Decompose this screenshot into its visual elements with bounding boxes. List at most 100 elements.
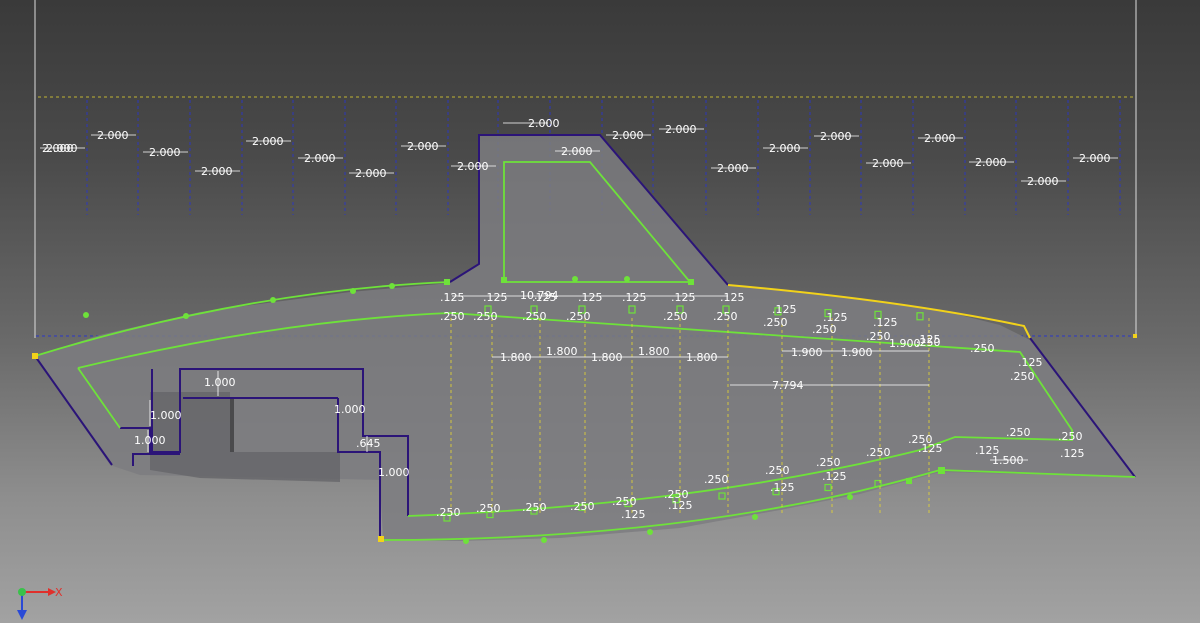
tab-width-dimension[interactable]: .125 <box>1060 447 1085 460</box>
tab-depth-dimension[interactable]: .250 <box>1006 426 1031 439</box>
spacing-dimension[interactable]: 2.000 <box>612 129 644 142</box>
tab-depth-dimension[interactable]: .250 <box>473 310 498 323</box>
constraint-dot-icon <box>389 283 395 289</box>
sketch-point[interactable] <box>688 279 694 285</box>
tab-depth-dimension[interactable]: .250 <box>866 446 891 459</box>
spacing-dimension[interactable]: 2.000 <box>457 160 489 173</box>
sketch-point[interactable] <box>378 536 384 542</box>
constraint-dot-icon <box>647 529 653 535</box>
tab-depth-dimension[interactable]: .250 <box>1010 370 1035 383</box>
tab-width-dimension[interactable]: .125 <box>671 291 696 304</box>
tab-width-dimension[interactable]: .125 <box>770 481 795 494</box>
height-dimension[interactable]: 1.000 <box>204 376 236 389</box>
x-axis-label: X <box>55 586 63 599</box>
tab-width-dimension[interactable]: .125 <box>873 316 898 329</box>
tab-depth-dimension[interactable]: .250 <box>663 310 688 323</box>
spacing-dimension[interactable]: 2.000 <box>42 142 74 155</box>
tab-depth-dimension[interactable]: .250 <box>612 495 637 508</box>
tab-depth-dimension[interactable]: .250 <box>713 310 738 323</box>
height-dimension[interactable]: 1.000 <box>378 466 410 479</box>
tab-depth-dimension[interactable]: .250 <box>765 464 790 477</box>
spacing-dimension[interactable]: 2.000 <box>252 135 284 148</box>
spacing-dimension[interactable]: 2.000 <box>1027 175 1059 188</box>
sketch-canvas[interactable]: 2.000 2.000 2.000 2.000 2.000 2.000 2.000 2.000… <box>0 0 1200 623</box>
tab-width-dimension[interactable]: .125 <box>918 442 943 455</box>
origin-point-icon <box>18 588 26 596</box>
spacing-dimension[interactable]: 2.000 <box>528 117 560 130</box>
constraint-dot-icon <box>847 494 853 500</box>
height-dimension[interactable]: 1.000 <box>134 434 166 447</box>
spacing-dimension[interactable]: 2.000 <box>201 165 233 178</box>
tab-depth-dimension[interactable]: .250 <box>970 342 995 355</box>
tab-depth-dimension[interactable]: .250 <box>1058 430 1083 443</box>
tab-depth-dimension[interactable]: .250 <box>522 310 547 323</box>
tab-width-dimension[interactable]: .125 <box>772 303 797 316</box>
sketch-point[interactable] <box>501 277 507 283</box>
sketch-point[interactable] <box>1133 334 1137 338</box>
sketch-point[interactable] <box>906 478 912 484</box>
y-axis-arrow-icon <box>17 610 27 620</box>
spacing-dimension[interactable]: 2.000 <box>149 146 181 159</box>
tab-depth-dimension[interactable]: .250 <box>866 330 891 343</box>
axis-triad: X <box>17 586 63 620</box>
tab-depth-dimension[interactable]: .250 <box>816 456 841 469</box>
tab-width-dimension[interactable]: .125 <box>532 291 557 304</box>
tab-width-dimension[interactable]: .125 <box>622 291 647 304</box>
tab-depth-dimension[interactable]: .250 <box>763 316 788 329</box>
tab-depth-dimension[interactable]: .250 <box>812 323 837 336</box>
spacing-dimension[interactable]: 2.000 <box>304 152 336 165</box>
constraint-dot-icon <box>752 514 758 520</box>
pitch-dimension[interactable]: 1.800 <box>686 351 718 364</box>
pitch-dimension[interactable]: 1.800 <box>591 351 623 364</box>
constraint-dot-icon <box>624 276 630 282</box>
spacing-dimension[interactable]: 2.000 <box>407 140 439 153</box>
tab-width-dimension[interactable]: .125 <box>621 508 646 521</box>
spacing-dimension[interactable]: 2.000 <box>717 162 749 175</box>
pitch-dimension[interactable]: 1.900 <box>841 346 873 359</box>
tab-width-dimension[interactable]: .125 <box>578 291 603 304</box>
tab-depth-dimension[interactable]: .250 <box>704 473 729 486</box>
spacing-dimension[interactable]: 2.000 <box>975 156 1007 169</box>
spacing-dimension[interactable]: 2.000 <box>665 123 697 136</box>
tab-width-dimension[interactable]: .125 <box>483 291 508 304</box>
tab-width-dimension[interactable]: .125 <box>720 291 745 304</box>
spacing-dimension[interactable]: 2.000 <box>355 167 387 180</box>
tab-depth-dimension[interactable]: .250 <box>436 506 461 519</box>
constraint-dot-icon <box>183 313 189 319</box>
sketch-point[interactable] <box>32 353 38 359</box>
constraint-dot-icon <box>270 297 276 303</box>
tab-depth-dimension[interactable]: .250 <box>440 310 465 323</box>
constraint-dot-icon <box>572 276 578 282</box>
spacing-dimension[interactable]: 2.000 <box>924 132 956 145</box>
constraint-dot-icon <box>350 288 356 294</box>
height-dimension[interactable]: 1.000 <box>334 403 366 416</box>
sketch-point[interactable] <box>938 467 945 474</box>
tab-depth-dimension[interactable]: .250 <box>476 502 501 515</box>
spacing-dimension[interactable]: 2.000 <box>561 145 593 158</box>
span-dimension[interactable]: 7.794 <box>772 379 804 392</box>
tab-depth-dimension[interactable]: .250 <box>570 500 595 513</box>
tab-depth-dimension[interactable]: .250 <box>566 310 591 323</box>
sketch-point[interactable] <box>444 279 450 285</box>
spacing-dimension[interactable]: 2.000 <box>820 130 852 143</box>
pitch-dimension[interactable]: 1.800 <box>546 345 578 358</box>
tab-width-dimension[interactable]: .125 <box>440 291 465 304</box>
constraint-dot-icon <box>463 538 469 544</box>
tab-depth-dimension[interactable]: .250 <box>522 501 547 514</box>
spacing-dimension[interactable]: 2.000 <box>1079 152 1111 165</box>
spacing-dimension[interactable]: 2.000 <box>769 142 801 155</box>
tab-depth-dimension[interactable]: .250 <box>916 336 941 349</box>
tab-width-dimension[interactable]: .125 <box>1018 356 1043 369</box>
sketch-viewport[interactable]: 2.000 2.000 2.000 2.000 2.000 2.000 2.000 2.000… <box>0 0 1200 623</box>
offset-dimension[interactable]: .645 <box>356 437 381 450</box>
pitch-dimension[interactable]: 1.800 <box>500 351 532 364</box>
tab-width-dimension[interactable]: .125 <box>822 470 847 483</box>
width-dimension[interactable]: 1.500 <box>992 454 1024 467</box>
pitch-dimension[interactable]: 1.900 <box>791 346 823 359</box>
height-dimension[interactable]: 1.000 <box>150 409 182 422</box>
tab-width-dimension[interactable]: .125 <box>668 499 693 512</box>
spacing-dimension[interactable]: 2.000 <box>872 157 904 170</box>
constraint-dot-icon <box>83 312 89 318</box>
pitch-dimension[interactable]: 1.800 <box>638 345 670 358</box>
spacing-dimension[interactable]: 2.000 <box>97 129 129 142</box>
